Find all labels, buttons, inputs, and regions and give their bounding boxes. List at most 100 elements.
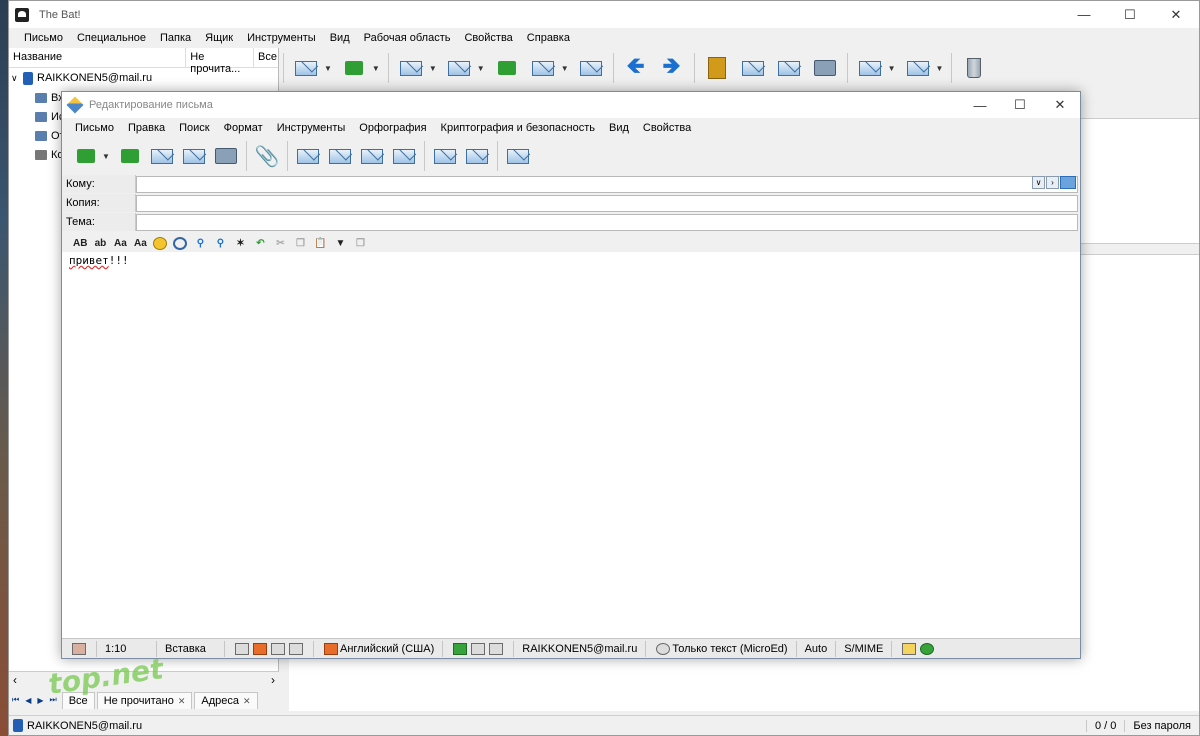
- lock-icon[interactable]: [902, 642, 917, 655]
- encrypt-button[interactable]: [431, 142, 459, 170]
- menu-mailbox[interactable]: Ящик: [198, 32, 240, 44]
- close-tab-icon[interactable]: ✕: [178, 696, 186, 706]
- next-field-icon[interactable]: ›: [1046, 176, 1059, 189]
- view-wrap-icon[interactable]: [253, 642, 267, 655]
- close-tab-icon[interactable]: ✕: [243, 696, 251, 706]
- undo-icon[interactable]: ↶: [253, 238, 267, 249]
- smiley-icon[interactable]: [153, 237, 168, 250]
- save-draft-button[interactable]: [180, 142, 208, 170]
- dropdown-icon[interactable]: ▼: [429, 64, 437, 73]
- cut-icon[interactable]: ✂: [273, 238, 287, 249]
- status-account[interactable]: RAIKKONEN5@mail.ru: [514, 640, 647, 657]
- sign-button[interactable]: [463, 142, 491, 170]
- dropdown-icon[interactable]: ▼: [102, 152, 110, 161]
- get-mail-button[interactable]: [291, 53, 321, 83]
- dropdown-icon[interactable]: ▼: [888, 64, 896, 73]
- dropdown-icon[interactable]: ▼: [477, 64, 485, 73]
- emenu-spelling[interactable]: Орфография: [352, 122, 433, 134]
- paste-icon[interactable]: 📋: [313, 238, 327, 249]
- discard-button[interactable]: [504, 142, 532, 170]
- next-button[interactable]: 🡺: [657, 53, 687, 83]
- address-book-icon[interactable]: [1060, 176, 1076, 189]
- encoding-status[interactable]: Auto: [797, 640, 837, 657]
- language-status[interactable]: Английский (США): [314, 640, 444, 657]
- receipt-icon[interactable]: [471, 642, 486, 655]
- address-book-button[interactable]: [702, 53, 732, 83]
- menu-pismo[interactable]: Письмо: [17, 32, 70, 44]
- editor-close-button[interactable]: ✕: [1040, 92, 1080, 118]
- clear-icon[interactable]: ❐: [353, 238, 367, 249]
- save-button[interactable]: [774, 53, 804, 83]
- view-columns-icon[interactable]: [289, 642, 303, 655]
- send-now-button[interactable]: [72, 142, 100, 170]
- priority-icon[interactable]: [453, 642, 468, 655]
- view-normal-icon[interactable]: [235, 642, 249, 655]
- dropdown-icon[interactable]: ▼: [324, 64, 332, 73]
- zoom-out-icon[interactable]: ⚲: [213, 238, 227, 249]
- nav-next-icon[interactable]: ▶: [34, 696, 46, 705]
- dropdown-icon[interactable]: ▼: [936, 64, 944, 73]
- draft-button[interactable]: [148, 142, 176, 170]
- prev-button[interactable]: 🡸: [621, 53, 651, 83]
- menu-properties[interactable]: Свойства: [457, 32, 519, 44]
- menu-special[interactable]: Специальное: [70, 32, 153, 44]
- print-button[interactable]: [810, 53, 840, 83]
- nav-prev-icon[interactable]: ◀: [22, 696, 34, 705]
- emenu-tools[interactable]: Инструменты: [270, 122, 353, 134]
- uppercase-button[interactable]: AB: [73, 238, 87, 249]
- chevron-down-icon[interactable]: ∨: [11, 73, 23, 84]
- emenu-format[interactable]: Формат: [217, 122, 270, 134]
- emenu-properties[interactable]: Свойства: [636, 122, 698, 134]
- insert-mode[interactable]: Вставка: [157, 640, 225, 657]
- menu-view[interactable]: Вид: [323, 32, 357, 44]
- expand-icon[interactable]: ∨: [1032, 176, 1045, 189]
- find-button[interactable]: [738, 53, 768, 83]
- reply-button[interactable]: [444, 53, 474, 83]
- tab-unread[interactable]: Не прочитано ✕: [96, 691, 193, 709]
- copy-icon[interactable]: ❐: [293, 238, 307, 249]
- find-prev-button[interactable]: [294, 142, 322, 170]
- font-size-button[interactable]: Aa: [113, 238, 127, 249]
- find-replace-button[interactable]: [358, 142, 386, 170]
- editor-print-button[interactable]: [212, 142, 240, 170]
- sort-button[interactable]: [855, 53, 885, 83]
- menu-help[interactable]: Справка: [520, 32, 577, 44]
- lowercase-button[interactable]: ab: [93, 238, 107, 249]
- maximize-button[interactable]: ☐: [1107, 1, 1153, 28]
- redirect-button[interactable]: [576, 53, 606, 83]
- column-unread[interactable]: Не прочита...: [186, 48, 254, 75]
- send-mail-button[interactable]: [339, 53, 369, 83]
- queue-button[interactable]: [116, 142, 144, 170]
- emenu-edit[interactable]: Правка: [121, 122, 172, 134]
- subject-input[interactable]: [136, 213, 1078, 231]
- quote-icon[interactable]: [173, 237, 188, 250]
- editor-minimize-button[interactable]: —: [960, 92, 1000, 118]
- copy-button[interactable]: [903, 53, 933, 83]
- account-icon[interactable]: [489, 642, 504, 655]
- message-body-editor[interactable]: привет!!!: [62, 252, 1080, 638]
- menu-workspace[interactable]: Рабочая область: [357, 32, 458, 44]
- forward-button[interactable]: [528, 53, 558, 83]
- emenu-pismo[interactable]: Письмо: [68, 122, 121, 134]
- emenu-crypto[interactable]: Криптография и безопасность: [434, 122, 602, 134]
- editor-maximize-button[interactable]: ☐: [1000, 92, 1040, 118]
- scroll-left-icon[interactable]: ‹: [13, 673, 17, 687]
- security-status[interactable]: S/MIME: [836, 640, 893, 657]
- view-justify-icon[interactable]: [271, 642, 285, 655]
- nav-first-icon[interactable]: ⏮: [9, 695, 22, 705]
- attach-button[interactable]: 📎: [253, 142, 281, 170]
- format-status[interactable]: Только текст (MicroEd): [646, 640, 797, 657]
- emenu-view[interactable]: Вид: [602, 122, 636, 134]
- to-input[interactable]: [136, 175, 1078, 193]
- emenu-search[interactable]: Поиск: [172, 122, 216, 134]
- column-all[interactable]: Все: [254, 48, 278, 67]
- find-next-button[interactable]: [390, 142, 418, 170]
- toggle-case-button[interactable]: Aa: [133, 238, 147, 249]
- reply-all-button[interactable]: [492, 53, 522, 83]
- new-message-button[interactable]: [396, 53, 426, 83]
- tab-addresses[interactable]: Адреса ✕: [194, 691, 258, 709]
- spellcheck-icon[interactable]: ✶: [233, 238, 247, 249]
- delete-button[interactable]: [959, 53, 989, 83]
- scroll-right-icon[interactable]: ›: [271, 673, 275, 687]
- sign-ok-icon[interactable]: [920, 642, 935, 655]
